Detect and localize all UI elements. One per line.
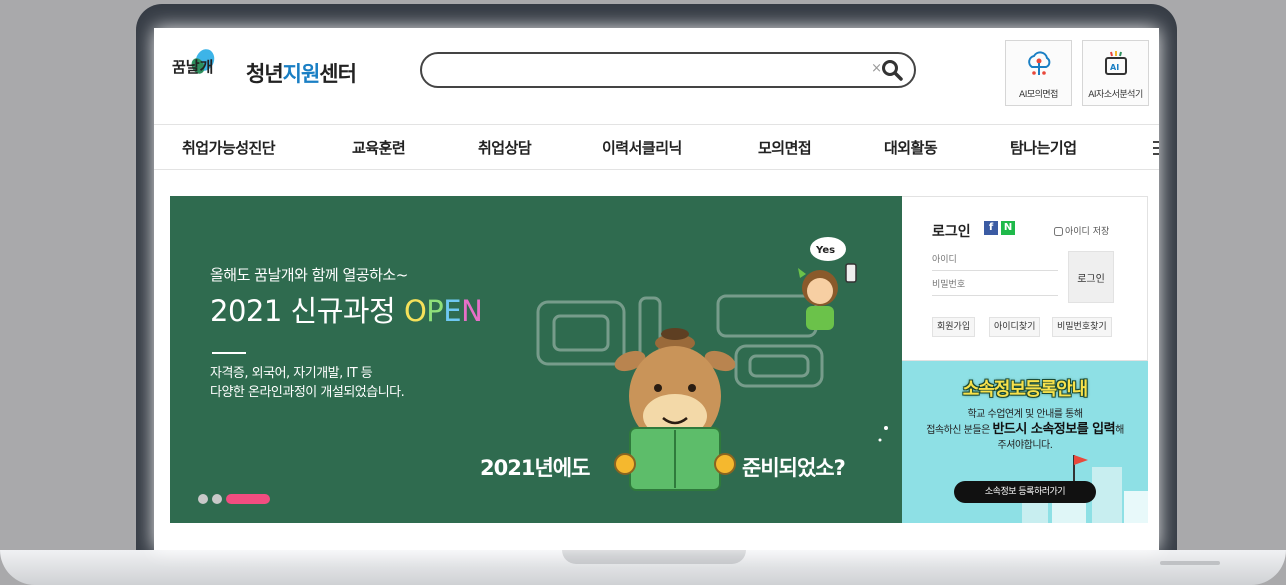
hero-banner[interactable]: Yes 올해도 꿈날개와 함께 열공하소~ 2021 신규과정 OPEN 자격증…: [170, 196, 902, 523]
save-id-checkbox-input[interactable]: [1054, 227, 1063, 236]
ai-mock-interview-label: AI모의면접: [1019, 90, 1058, 100]
facebook-login-icon[interactable]: f: [984, 221, 998, 235]
login-panel: 로그인 f N 아이디 저장 로그인 회원가입 아이디찾기 비밀번호찾기: [902, 196, 1148, 361]
signup-link[interactable]: 회원가입: [932, 317, 976, 337]
banner-divider: [212, 352, 246, 354]
promo-text-line2: 접속하신 분들은 반드시 소속정보를 입력해: [902, 422, 1148, 438]
promo-text-line2-post: 해: [1115, 425, 1124, 436]
banner-title-main: 2021 신규과정: [210, 294, 404, 328]
site-title-accent: 지원: [282, 62, 321, 86]
slide-indicator: [198, 488, 274, 507]
website-screen: 꿈날개 청년지원센터 × AI모의면접 AI AI자소서분석기 취업가능성진단 …: [154, 28, 1159, 550]
affiliation-registration-banner[interactable]: 소속정보등록안내 학교 수업연계 및 안내를 통해 접속하신 분들은 반드시 소…: [902, 361, 1148, 523]
hamburger-menu-icon[interactable]: [1153, 141, 1159, 155]
banner-title-letter: N: [461, 294, 483, 328]
banner-bubble-text: Yes: [815, 245, 835, 256]
sparkle-graphic: [878, 426, 888, 442]
find-password-link[interactable]: 비밀번호찾기: [1052, 317, 1112, 337]
nav-item-top-companies[interactable]: 탐나는기업: [1010, 137, 1077, 158]
register-affiliation-button[interactable]: 소속정보 등록하러가기: [954, 481, 1096, 503]
naver-login-icon[interactable]: N: [1001, 221, 1015, 235]
slide-dot-3-active[interactable]: [226, 493, 270, 504]
nav-item-education-training[interactable]: 교육훈련: [352, 137, 406, 158]
site-title[interactable]: 청년지원센터: [246, 58, 357, 88]
promo-text-line1: 학교 수업연계 및 안내를 통해: [967, 409, 1083, 420]
banner-caption-left: 2021년에도: [480, 456, 590, 480]
banner-description: 자격증, 외국어, 자기개발, IT 등 다양한 온라인과정이 개설되었습니다.: [210, 364, 405, 402]
search-bar[interactable]: ×: [420, 52, 916, 88]
promo-text-emphasis: 반드시 소속정보를 입력: [992, 422, 1116, 437]
slide-dot-2[interactable]: [212, 493, 222, 504]
promo-title: 소속정보등록안내: [962, 379, 1088, 400]
login-button[interactable]: 로그인: [1068, 251, 1114, 303]
main-nav: 취업가능성진단 교육훈련 취업상담 이력서클리닉 모의면접 대외활동 탐나는기업: [154, 124, 1159, 170]
nav-item-external-activities[interactable]: 대외활동: [884, 137, 938, 158]
find-id-link[interactable]: 아이디찾기: [989, 317, 1041, 337]
search-icon[interactable]: [880, 58, 904, 82]
laptop-vent: [1160, 561, 1220, 565]
nav-item-mock-interview[interactable]: 모의면접: [758, 137, 812, 158]
banner-title: 2021 신규과정 OPEN: [210, 288, 483, 330]
ai-mock-interview-button[interactable]: AI모의면접: [1005, 40, 1072, 106]
ai-resume-analyzer-icon: AI: [1104, 51, 1127, 75]
ai-resume-analyzer-button[interactable]: AI AI자소서분석기: [1082, 40, 1149, 106]
banner-title-letter: O: [403, 294, 427, 328]
site-title-part1: 청년: [246, 62, 284, 86]
save-id-label: 아이디 저장: [1065, 227, 1110, 237]
svg-text:AI: AI: [1110, 63, 1119, 72]
site-header: 꿈날개 청년지원센터 × AI모의면접 AI AI자소서분석기: [154, 28, 1159, 124]
promo-text: 학교 수업연계 및 안내를 통해 접속하신 분들은 반드시 소속정보를 입력해 …: [902, 407, 1148, 453]
banner-subtitle: 올해도 꿈날개와 함께 열공하소~: [210, 266, 408, 284]
banner-title-letter: E: [443, 294, 462, 328]
logo-mark-main: 꿈날개: [172, 58, 213, 76]
laptop-notch: [562, 550, 746, 564]
banner-description-line1: 자격증, 외국어, 자기개발, IT 등: [210, 366, 373, 381]
site-title-part3: 센터: [319, 62, 357, 86]
banner-caption-right: 준비되었소?: [742, 456, 846, 480]
kkumnalgae-logo-icon[interactable]: 꿈날개: [172, 44, 230, 94]
id-input[interactable]: [932, 249, 1058, 271]
girl-mascot-graphic: Yes: [798, 237, 857, 330]
ai-resume-analyzer-label: AI자소서분석기: [1088, 90, 1143, 100]
cow-mascot-graphic: [614, 328, 736, 491]
nav-item-resume-clinic[interactable]: 이력서클리닉: [602, 137, 682, 158]
save-id-checkbox[interactable]: 아이디 저장: [1054, 224, 1109, 237]
ai-interview-icon: [1027, 51, 1050, 75]
login-title: 로그인: [932, 224, 971, 240]
password-input[interactable]: [932, 274, 1058, 296]
promo-text-line3: 주셔야합니다.: [997, 440, 1053, 451]
banner-description-line2: 다양한 온라인과정이 개설되었습니다.: [210, 385, 405, 400]
nav-item-career-counseling[interactable]: 취업상담: [478, 137, 532, 158]
banner-title-letter: P: [426, 294, 444, 328]
promo-text-line2-pre: 접속하신 분들은: [926, 425, 993, 436]
nav-item-employability-diagnosis[interactable]: 취업가능성진단: [182, 137, 276, 158]
slide-dot-1[interactable]: [198, 493, 208, 504]
